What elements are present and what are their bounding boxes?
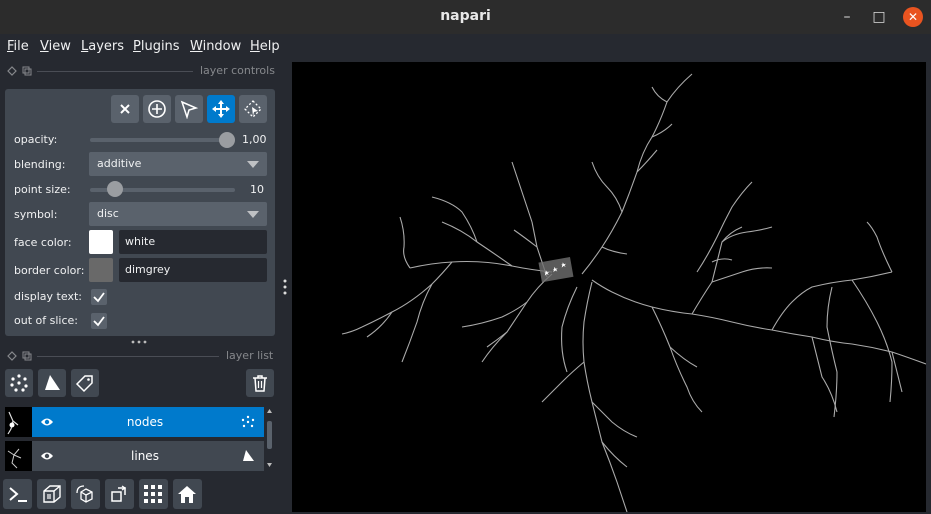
nodes-highlight <box>538 257 574 283</box>
opacity-slider-track[interactable] <box>90 138 235 142</box>
float-icon[interactable] <box>7 66 17 76</box>
scroll-down-icon[interactable] <box>266 462 273 468</box>
scroll-up-icon[interactable] <box>266 408 273 414</box>
console-button[interactable] <box>3 479 32 509</box>
display-text-checkbox[interactable] <box>91 289 107 305</box>
menu-view[interactable]: View <box>40 39 71 54</box>
point-size-value: 10 <box>250 183 264 196</box>
chevron-down-icon <box>247 211 259 218</box>
transform-icon <box>244 100 262 118</box>
border-color-swatch[interactable] <box>89 258 113 282</box>
grid-view-button[interactable] <box>139 479 168 509</box>
add-circle-icon <box>148 100 166 118</box>
dock-splitter-handle[interactable] <box>283 278 287 296</box>
eye-icon[interactable] <box>40 416 54 428</box>
pan-zoom-button[interactable] <box>207 95 235 123</box>
face-color-swatch[interactable] <box>89 230 113 254</box>
blending-select[interactable]: additive <box>89 152 267 176</box>
layer-thumbnail <box>5 441 32 471</box>
panel-resize-handle[interactable] <box>131 339 147 345</box>
maximize-button[interactable]: □ <box>869 7 889 27</box>
shapes-icon <box>45 375 60 390</box>
ndisplay-button[interactable] <box>37 479 66 509</box>
select-arrow-icon <box>180 100 199 119</box>
close-button[interactable]: ✕ <box>903 7 923 27</box>
menu-help[interactable]: Help <box>250 39 280 54</box>
layer-list-header: layer list <box>5 349 275 363</box>
layer-controls-title: layer controls <box>200 64 275 77</box>
display-text-label: display text: <box>14 290 82 303</box>
cube-2d-icon <box>43 485 61 503</box>
float-icon[interactable] <box>7 351 17 361</box>
symbol-label: symbol: <box>14 208 58 221</box>
move-icon <box>212 100 230 118</box>
layer-row-nodes[interactable]: nodes <box>5 407 264 437</box>
close-icon <box>120 104 130 114</box>
dock-close-icon[interactable] <box>22 351 32 361</box>
symbol-select[interactable]: disc <box>89 202 267 226</box>
checkmark-icon <box>93 292 105 303</box>
shapes-icon <box>243 450 254 461</box>
minimize-button[interactable]: – <box>837 7 857 27</box>
title-bar: napari – □ ✕ <box>0 0 931 34</box>
menu-window[interactable]: Window <box>190 39 241 54</box>
point-size-label: point size: <box>14 183 71 196</box>
menu-layers[interactable]: Layers <box>81 39 124 54</box>
trash-icon <box>253 375 267 392</box>
scroll-thumb[interactable] <box>267 421 272 449</box>
chevron-down-icon <box>247 161 259 168</box>
opacity-value: 1,00 <box>242 133 267 146</box>
transpose-icon <box>111 485 127 502</box>
home-icon <box>178 486 196 503</box>
transform-button[interactable] <box>239 95 267 123</box>
point-size-slider-handle[interactable] <box>106 181 123 197</box>
opacity-label: opacity: <box>14 133 58 146</box>
layer-name: lines <box>131 449 159 463</box>
layer-controls-header: layer controls <box>5 64 275 78</box>
grid-icon <box>144 485 162 503</box>
layer-controls-panel: opacity: 1,00 blending: additive point s… <box>5 89 275 336</box>
new-points-layer-button[interactable] <box>5 369 33 397</box>
delete-points-button[interactable] <box>111 95 139 123</box>
blending-value: additive <box>97 157 142 170</box>
symbol-value: disc <box>97 207 119 220</box>
new-shapes-layer-button[interactable] <box>38 369 66 397</box>
menu-file[interactable]: File <box>7 39 29 54</box>
out-of-slice-checkbox[interactable] <box>91 313 107 329</box>
blending-label: blending: <box>14 158 66 171</box>
select-points-button[interactable] <box>175 95 203 123</box>
new-labels-layer-button[interactable] <box>71 369 99 397</box>
face-color-label: face color: <box>14 236 72 249</box>
roll-cube-icon <box>76 485 93 503</box>
header-divider <box>37 71 193 72</box>
transpose-button[interactable] <box>105 479 134 509</box>
layer-row-lines[interactable]: lines <box>5 441 264 471</box>
layer-list-scrollbar[interactable] <box>265 407 274 470</box>
face-color-field[interactable]: white <box>119 230 267 254</box>
window-title: napari <box>440 8 491 24</box>
points-icon <box>10 374 28 392</box>
add-points-button[interactable] <box>143 95 171 123</box>
points-icon <box>241 415 255 428</box>
neuron-image <box>341 73 926 512</box>
layer-list-title: layer list <box>226 349 274 362</box>
dock-close-icon[interactable] <box>22 66 32 76</box>
layer-thumbnail <box>5 407 32 437</box>
eye-icon[interactable] <box>40 450 54 462</box>
roll-dimensions-button[interactable] <box>71 479 100 509</box>
border-color-label: border color: <box>14 264 85 277</box>
home-button[interactable] <box>173 479 202 509</box>
header-divider <box>37 356 219 357</box>
terminal-icon <box>9 487 27 502</box>
delete-layer-button[interactable] <box>246 369 274 397</box>
menu-plugins[interactable]: Plugins <box>133 39 180 54</box>
menu-bar: File View Layers Plugins Window Help <box>0 34 931 60</box>
out-of-slice-label: out of slice: <box>14 314 78 327</box>
viewer-canvas[interactable] <box>292 62 926 512</box>
layer-name: nodes <box>126 415 164 429</box>
opacity-slider-handle[interactable] <box>219 132 235 148</box>
checkmark-icon <box>93 316 105 327</box>
border-color-field[interactable]: dimgrey <box>119 258 267 282</box>
label-tag-icon <box>75 375 93 393</box>
